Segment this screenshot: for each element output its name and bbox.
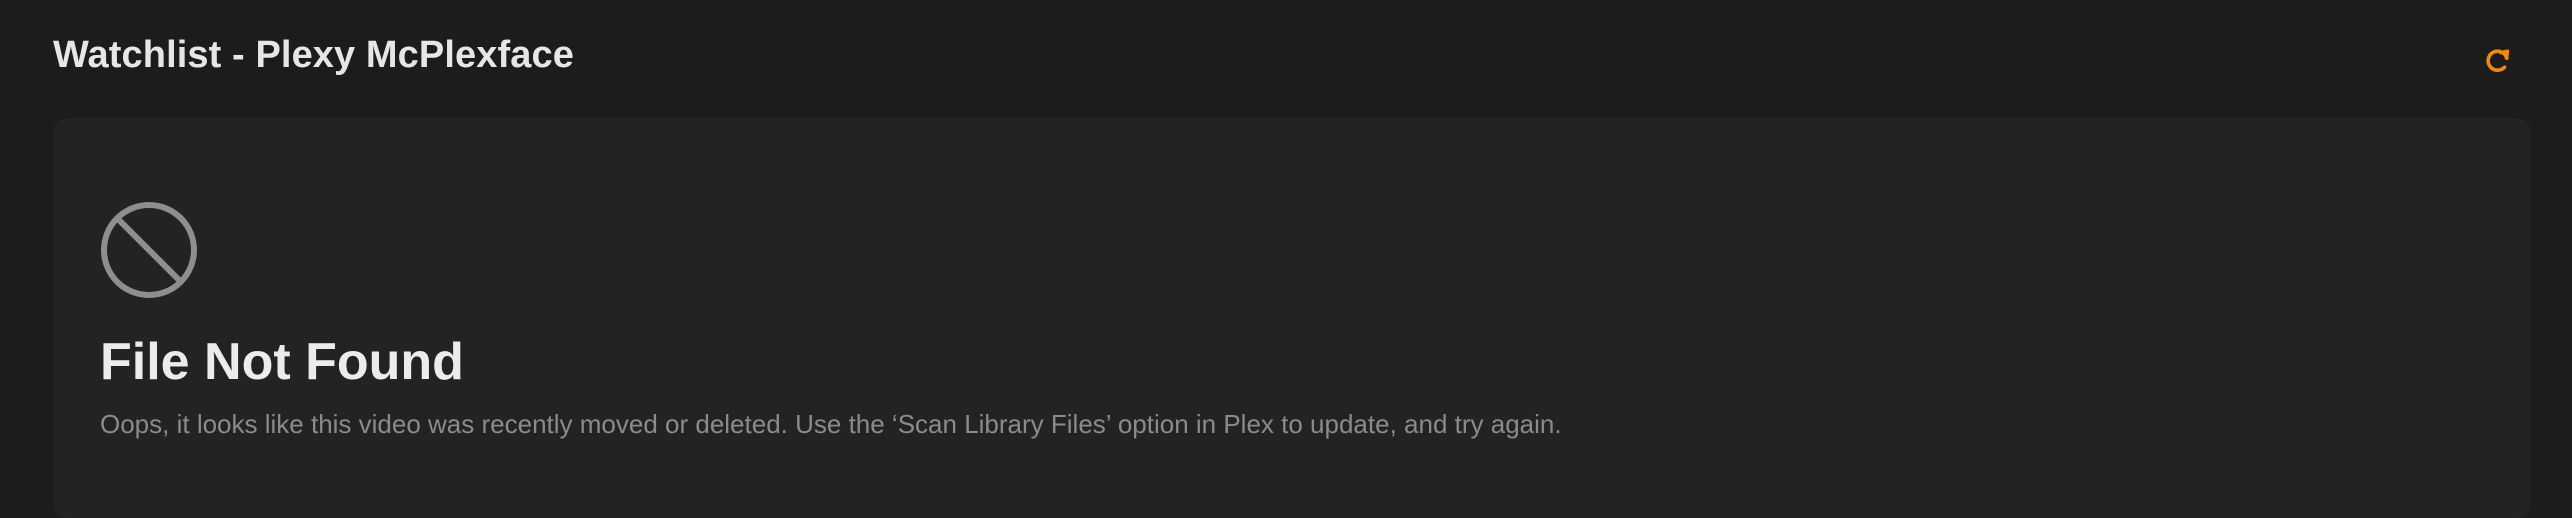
empty-state-title: File Not Found (100, 333, 464, 391)
no-entry-icon (101, 202, 197, 298)
page-header: Watchlist - Plexy McPlexface (0, 0, 2572, 118)
refresh-icon (2486, 49, 2510, 73)
refresh-button[interactable] (2478, 40, 2518, 80)
empty-state-card: File Not Found Oops, it looks like this … (53, 118, 2531, 518)
page-title: Watchlist - Plexy McPlexface (53, 34, 574, 76)
empty-state-message: Oops, it looks like this video was recen… (100, 409, 1562, 439)
